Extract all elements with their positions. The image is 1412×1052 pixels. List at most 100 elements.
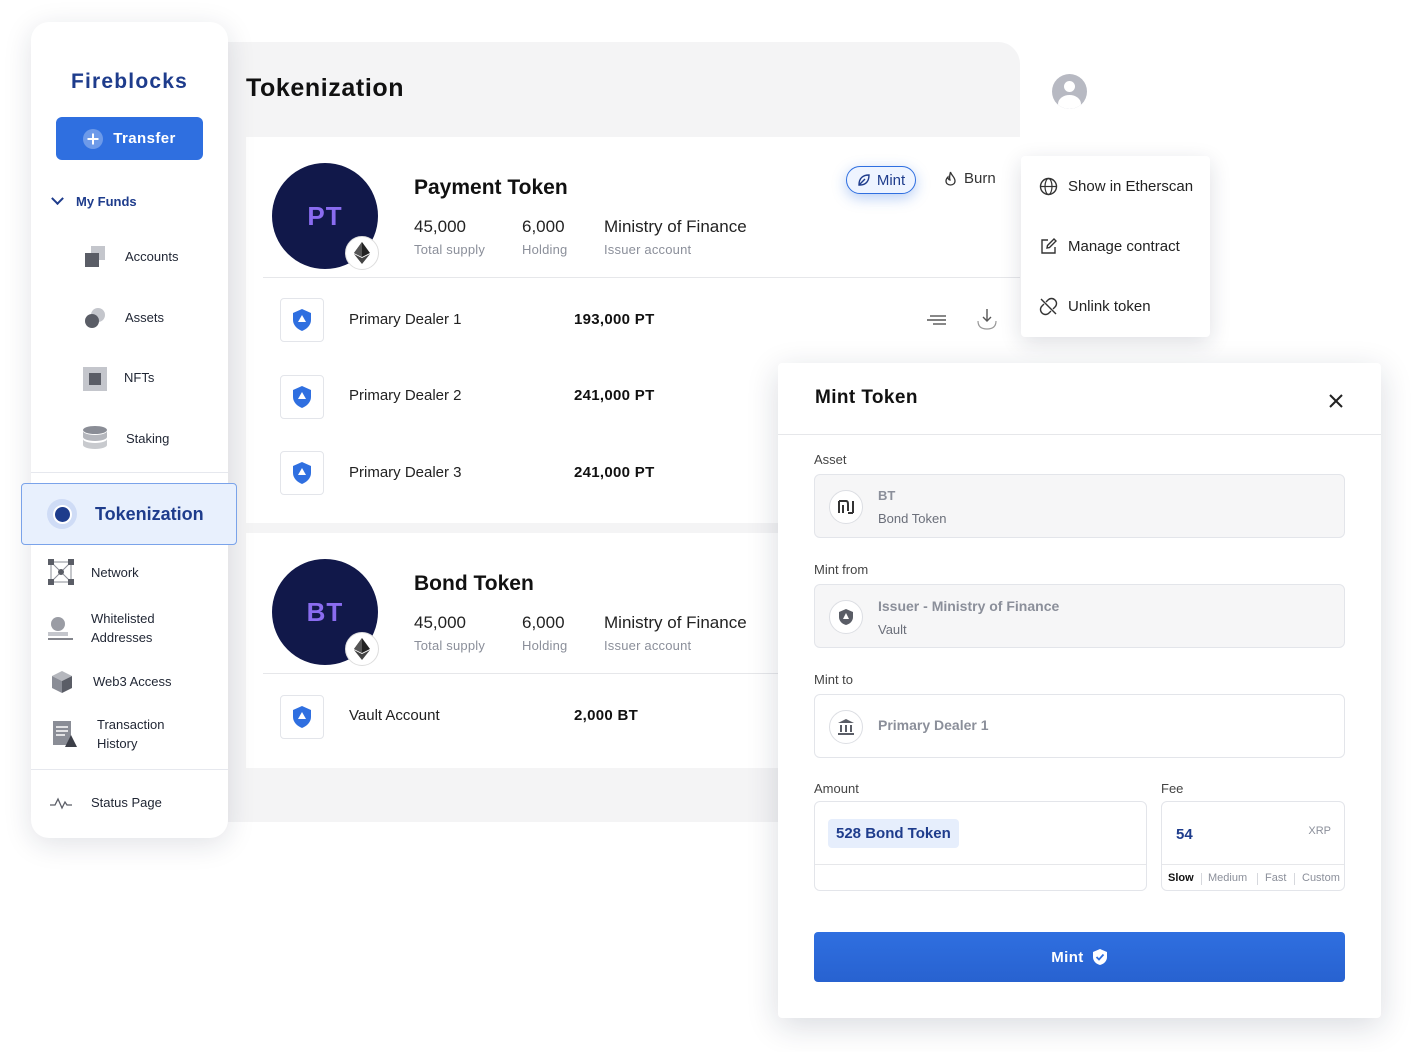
holding-label: Holding (522, 242, 568, 257)
menu-item-unlink-token[interactable]: Unlink token (1039, 297, 1151, 316)
total-supply-value: 45,000 (414, 217, 466, 236)
sidebar-item-label: NFTs (124, 369, 155, 385)
plus-icon (83, 128, 104, 149)
fee-speed-slow[interactable]: Slow (1168, 872, 1194, 884)
sidebar: Fireblocks Transfer My Funds Accounts As… (21, 22, 237, 838)
mint-from-label: Mint from (814, 562, 869, 577)
mint-submit-button[interactable]: Mint (814, 932, 1345, 982)
asset-select[interactable]: BT Bond Token (814, 474, 1345, 538)
sidebar-item-status-page[interactable]: Status Page (50, 795, 162, 810)
sidebar-item-label: Transaction History (97, 717, 165, 751)
total-supply-label: Total supply (414, 638, 486, 653)
amount-value: 528 Bond Token (828, 819, 959, 848)
sidebar-item-label: Staking (126, 430, 170, 446)
sidebar-item-tokenization[interactable]: Tokenization (21, 483, 237, 545)
fee-input[interactable]: 54 XRP Slow Medium Fast Custom (1161, 801, 1345, 891)
issuer-value: Ministry of Finance (604, 217, 747, 236)
mint-from-name: Issuer - Ministry of Finance (878, 598, 1060, 614)
divider (1294, 873, 1295, 885)
menu-item-label: Manage contract (1068, 238, 1180, 255)
close-icon[interactable] (1324, 389, 1348, 413)
amount-input[interactable]: 528 Bond Token (814, 801, 1147, 891)
divider (263, 277, 1020, 278)
modal-title: Mint Token (815, 387, 918, 408)
sidebar-item-whitelisted[interactable]: Whitelisted Addresses (48, 609, 208, 647)
page-title: Tokenization (246, 74, 405, 102)
shield-icon (280, 695, 324, 739)
user-avatar[interactable] (1052, 74, 1087, 109)
web3-icon (51, 670, 73, 693)
my-funds-toggle[interactable]: My Funds (51, 192, 137, 209)
token-name: Bond Token (414, 572, 534, 595)
issuer-label: Issuer account (604, 242, 692, 257)
divider (263, 673, 783, 674)
globe-icon (1039, 177, 1058, 196)
status-pulse-icon (50, 796, 72, 810)
holder-name: Primary Dealer 1 (349, 311, 462, 328)
mint-to-name: Primary Dealer 1 (878, 717, 989, 733)
flame-icon (945, 171, 956, 186)
holder-amount: 2,000 BT (574, 707, 639, 724)
sidebar-item-label: Accounts (125, 248, 179, 264)
amount-label: Amount (814, 781, 859, 796)
sidebar-item-nfts[interactable]: NFTs (82, 366, 155, 391)
total-supply-label: Total supply (414, 242, 486, 257)
details-icon[interactable] (926, 313, 948, 327)
brand-logo: Fireblocks (70, 70, 189, 93)
divider (1201, 873, 1202, 885)
chevron-down-icon (51, 192, 64, 206)
divider (815, 864, 1146, 865)
token-name: Payment Token (414, 176, 568, 199)
sidebar-item-accounts[interactable]: Accounts (83, 245, 178, 267)
sidebar-item-network[interactable]: Network (48, 559, 139, 585)
divider (778, 434, 1381, 435)
total-supply-value: 45,000 (414, 613, 466, 632)
asset-symbol: BT (878, 488, 896, 503)
assets-icon (83, 306, 105, 328)
holding-value: 6,000 (522, 613, 565, 632)
nfts-icon (82, 366, 107, 391)
sidebar-item-label: Whitelisted Addresses (91, 611, 155, 645)
divider (31, 769, 228, 770)
holder-name: Vault Account (349, 707, 440, 724)
whitelist-icon (48, 615, 73, 641)
mint-from-sub: Vault (878, 622, 907, 637)
holding-value: 6,000 (522, 217, 565, 236)
menu-item-etherscan[interactable]: Show in Etherscan (1039, 177, 1193, 196)
burn-action-label: Burn (964, 170, 996, 187)
mint-to-select[interactable]: Primary Dealer 1 (814, 694, 1345, 758)
sidebar-item-label: Web3 Access (93, 673, 172, 689)
burn-action-button[interactable]: Burn (944, 170, 996, 187)
accounts-icon (83, 245, 105, 267)
fee-label: Fee (1161, 781, 1184, 796)
sidebar-item-label: Status Page (91, 795, 162, 810)
divider (1162, 864, 1344, 865)
fee-speed-medium[interactable]: Medium (1208, 872, 1247, 884)
fee-speed-fast[interactable]: Fast (1265, 872, 1286, 884)
asset-name: Bond Token (878, 511, 947, 526)
unlink-icon (1039, 297, 1058, 316)
token-context-menu: Show in Etherscan Manage contract Unlink… (1021, 156, 1210, 337)
my-funds-label: My Funds (76, 194, 137, 209)
sidebar-item-transaction-history[interactable]: Transaction History (53, 715, 213, 753)
transfer-button[interactable]: Transfer (56, 117, 203, 160)
ethereum-icon (345, 236, 379, 270)
sidebar-item-assets[interactable]: Assets (83, 306, 164, 328)
sidebar-item-staking[interactable]: Staking (82, 425, 169, 451)
fee-value: 54 (1176, 826, 1193, 843)
mint-from-select[interactable]: Issuer - Ministry of Finance Vault (814, 584, 1345, 648)
vault-shield-icon (829, 600, 863, 634)
holder-amount: 241,000 PT (574, 464, 655, 481)
ethereum-icon (345, 632, 379, 666)
issuer-value: Ministry of Finance (604, 613, 747, 632)
mint-to-label: Mint to (814, 672, 854, 687)
mint-action-button[interactable]: Mint (846, 166, 916, 194)
sidebar-item-web3[interactable]: Web3 Access (51, 670, 172, 693)
download-icon[interactable] (976, 307, 998, 331)
menu-item-manage-contract[interactable]: Manage contract (1039, 237, 1180, 256)
fee-speed-custom[interactable]: Custom (1302, 872, 1340, 884)
holder-name: Primary Dealer 2 (349, 387, 462, 404)
transfer-label: Transfer (113, 130, 176, 147)
asset-label: Asset (814, 452, 847, 467)
sidebar-item-label: Network (91, 564, 139, 580)
